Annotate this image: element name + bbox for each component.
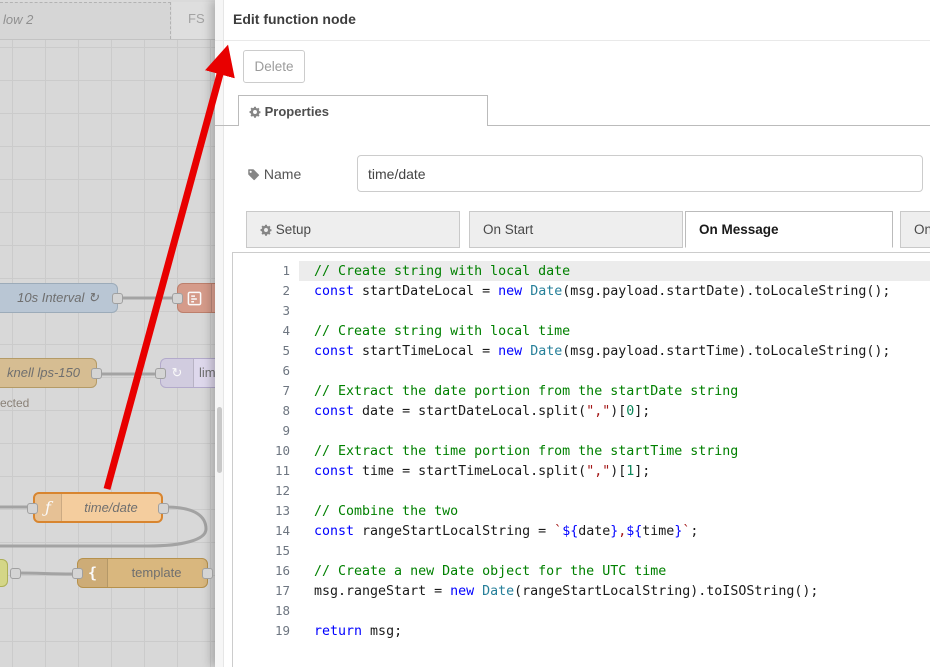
node-knell-lps-150: knell lps-150 bbox=[0, 358, 97, 388]
edit-function-node-dialog: Edit function node Delete Properties Nam… bbox=[215, 0, 930, 667]
node-template: { template bbox=[77, 558, 208, 588]
scrollbar-thumb[interactable] bbox=[217, 407, 222, 473]
tab-on-start-label: On Start bbox=[483, 222, 533, 237]
code-line: 8const date = startDateLocal.split(",")[… bbox=[233, 401, 930, 421]
line-number: 1 bbox=[233, 261, 314, 281]
code-editor[interactable]: 1// Create string with local date2const … bbox=[232, 252, 930, 667]
node-input-port bbox=[155, 368, 166, 379]
node-input-port bbox=[172, 293, 183, 304]
node-input-port bbox=[27, 503, 38, 514]
name-label-text: Name bbox=[264, 166, 301, 182]
line-number: 6 bbox=[233, 361, 314, 381]
code-line: 19return msg; bbox=[233, 621, 930, 641]
line-number: 12 bbox=[233, 481, 314, 501]
node-input-port bbox=[72, 568, 83, 579]
workspace-grid: 10s Interval ↻ knell lps-150 ected ↻ lim bbox=[0, 40, 215, 667]
flow-tab-fs-label: FS bbox=[188, 11, 205, 26]
code-line: 15 bbox=[233, 541, 930, 561]
tag-icon bbox=[247, 168, 260, 184]
node-function-time-date: ƒ time/date bbox=[33, 492, 163, 523]
line-number: 18 bbox=[233, 601, 314, 621]
line-number: 7 bbox=[233, 381, 314, 401]
tray-scrollbar[interactable] bbox=[215, 0, 224, 667]
flow-tab-fs: FS bbox=[172, 2, 215, 39]
tab-on-stop-label: On Stop bbox=[914, 222, 930, 237]
code-line: 13// Combine the two bbox=[233, 501, 930, 521]
node-label: lim bbox=[199, 365, 215, 380]
node-label: template bbox=[132, 565, 182, 580]
wire bbox=[16, 573, 72, 574]
line-number: 11 bbox=[233, 461, 314, 481]
line-number: 16 bbox=[233, 561, 314, 581]
node-output-port bbox=[158, 503, 169, 514]
name-input[interactable] bbox=[357, 155, 923, 192]
tab-on-start[interactable]: On Start bbox=[469, 211, 683, 248]
line-number: 14 bbox=[233, 521, 314, 541]
code-line: 18 bbox=[233, 601, 930, 621]
line-number: 10 bbox=[233, 441, 314, 461]
line-number: 4 bbox=[233, 321, 314, 341]
flow-tab-label: low 2 bbox=[3, 12, 33, 27]
code-line: 7// Extract the date portion from the st… bbox=[233, 381, 930, 401]
tab-on-message[interactable]: On Message bbox=[685, 211, 893, 248]
line-number: 5 bbox=[233, 341, 314, 361]
tab-setup-label: Setup bbox=[276, 222, 311, 237]
code-line: 5const startTimeLocal = new Date(msg.pay… bbox=[233, 341, 930, 361]
code-line: 14const rangeStartLocalString = `${date}… bbox=[233, 521, 930, 541]
node-output-port bbox=[112, 293, 123, 304]
code-line: 4// Create string with local time bbox=[233, 321, 930, 341]
header-divider bbox=[215, 40, 930, 41]
line-number: 17 bbox=[233, 581, 314, 601]
node-output-port bbox=[91, 368, 102, 379]
line-number: 3 bbox=[233, 301, 314, 321]
line-number: 2 bbox=[233, 281, 314, 301]
node-delay-limit: ↻ lim bbox=[160, 358, 215, 388]
code-line: 1// Create string with local date bbox=[233, 261, 930, 281]
code-line: 10// Extract the time portion from the s… bbox=[233, 441, 930, 461]
code-line: 6 bbox=[233, 361, 930, 381]
node-label: knell lps-150 bbox=[7, 365, 80, 380]
delete-button[interactable]: Delete bbox=[243, 50, 305, 83]
code-line: 16// Create a new Date object for the UT… bbox=[233, 561, 930, 581]
code-lines[interactable]: 1// Create string with local date2const … bbox=[233, 261, 930, 641]
flow-tabbar: low 2 FS bbox=[0, 0, 215, 40]
node-status-text: ected bbox=[0, 396, 29, 410]
flow-canvas: low 2 FS 10s Interval ↻ bbox=[0, 0, 215, 667]
node-output-port bbox=[10, 568, 21, 579]
line-number: 19 bbox=[233, 621, 314, 641]
code-line: 3 bbox=[233, 301, 930, 321]
tab-setup[interactable]: Setup bbox=[246, 211, 460, 248]
code-line: 17msg.rangeStart = new Date(rangeStartLo… bbox=[233, 581, 930, 601]
function-icon: ƒ bbox=[35, 494, 62, 521]
node-label: 10s Interval ↻ bbox=[17, 290, 99, 305]
code-line: 11const time = startTimeLocal.split(",")… bbox=[233, 461, 930, 481]
code-line: 12 bbox=[233, 481, 930, 501]
code-line: 9 bbox=[233, 421, 930, 441]
node-output-port bbox=[202, 568, 213, 579]
tab-on-stop[interactable]: On Stop bbox=[900, 211, 930, 248]
node-label: time/date bbox=[84, 500, 137, 515]
tab-on-message-label: On Message bbox=[699, 222, 779, 237]
tab-properties-label: Properties bbox=[265, 104, 329, 119]
gear-icon bbox=[260, 214, 272, 248]
line-number: 9 bbox=[233, 421, 314, 441]
code-line: 2const startDateLocal = new Date(msg.pay… bbox=[233, 281, 930, 301]
dialog-title: Edit function node bbox=[233, 11, 356, 27]
line-number: 13 bbox=[233, 501, 314, 521]
line-number: 15 bbox=[233, 541, 314, 561]
node-partial bbox=[0, 559, 8, 587]
flow-tab-flow2: low 2 bbox=[0, 2, 171, 39]
name-label: Name bbox=[247, 166, 301, 184]
line-number: 8 bbox=[233, 401, 314, 421]
gear-icon bbox=[249, 106, 261, 121]
tab-properties[interactable]: Properties bbox=[238, 95, 488, 126]
node-ui bbox=[177, 283, 215, 313]
template-panel-icon bbox=[178, 284, 212, 312]
node-inject-10s-interval: 10s Interval ↻ bbox=[0, 283, 118, 313]
